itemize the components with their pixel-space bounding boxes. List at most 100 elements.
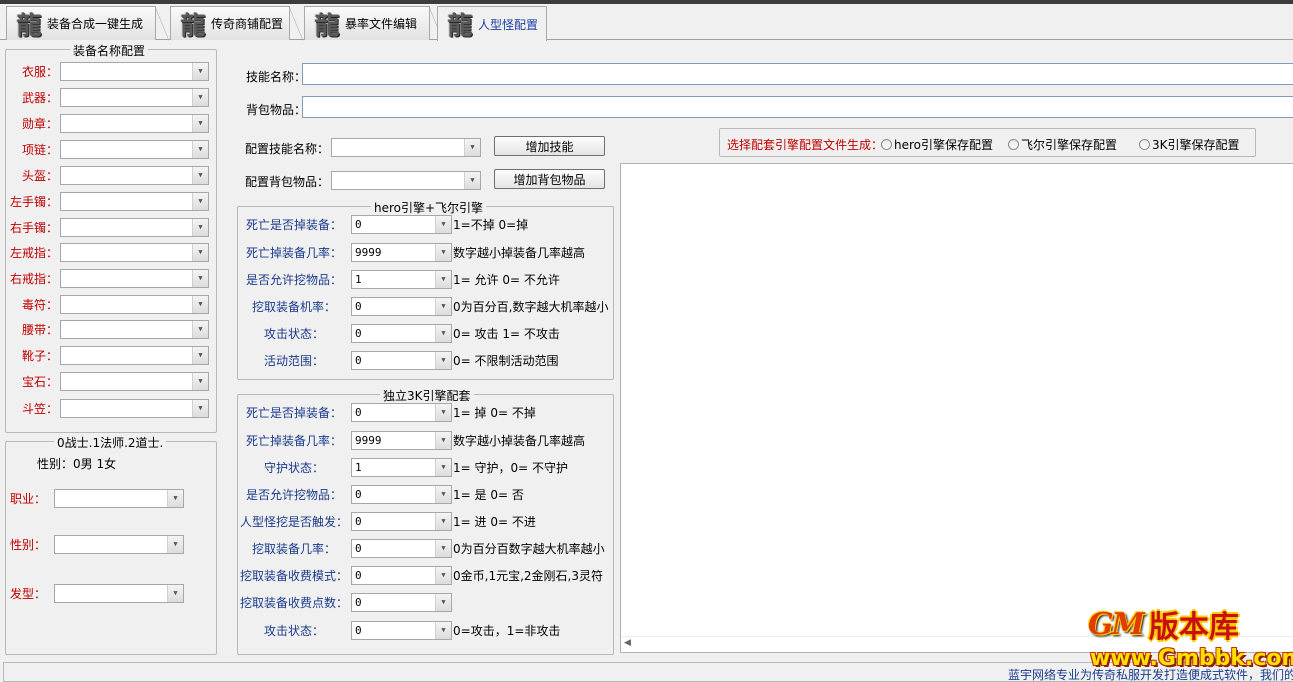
equip-label-gem: 宝石： — [21, 375, 58, 389]
chevron-down-icon[interactable]: ▼ — [435, 513, 451, 530]
equip-combo-right-ring[interactable]: ▼ — [60, 269, 209, 288]
chevron-down-icon[interactable]: ▼ — [435, 216, 451, 233]
chevron-down-icon[interactable]: ▼ — [192, 141, 208, 158]
skill-name-label: 技能名称： — [246, 70, 307, 84]
output-text-area[interactable]: ◀ — [620, 163, 1293, 653]
chevron-down-icon[interactable]: ▼ — [435, 352, 451, 369]
equip-label-helmet: 头盔： — [21, 169, 58, 183]
equip-label-bamboo-hat: 斗笠： — [21, 402, 58, 416]
k3_group-value-combo-3[interactable]: 0 ▼ — [351, 485, 452, 504]
logo-wing-mark: GM — [1088, 606, 1145, 642]
chevron-down-icon[interactable]: ▼ — [192, 244, 208, 261]
chevron-down-icon[interactable]: ▼ — [435, 298, 451, 315]
equip-combo-clothes[interactable]: ▼ — [60, 62, 209, 81]
config-bag-combo[interactable]: ▼ — [331, 171, 481, 190]
equip-combo-medal[interactable]: ▼ — [60, 114, 209, 133]
chevron-down-icon[interactable]: ▼ — [167, 490, 183, 507]
k3_group-hint-5: 0为百分百数字越大机率越小 — [453, 542, 605, 556]
radio-feier-engine[interactable]: 飞尔引擎保存配置 — [1008, 136, 1117, 153]
chevron-down-icon[interactable]: ▼ — [192, 347, 208, 364]
chevron-down-icon[interactable]: ▼ — [464, 139, 480, 156]
radio-button[interactable] — [1139, 139, 1150, 150]
equip-label-boots: 靴子： — [21, 349, 58, 363]
chevron-down-icon[interactable]: ▼ — [192, 115, 208, 132]
chevron-down-icon[interactable]: ▼ — [192, 63, 208, 80]
equip-combo-boots[interactable]: ▼ — [60, 346, 209, 365]
tab-shop-config[interactable]: 龍 传奇商铺配置 — [170, 6, 303, 41]
chevron-down-icon[interactable]: ▼ — [192, 270, 208, 287]
chevron-down-icon[interactable]: ▼ — [435, 540, 451, 557]
k3_group-value-combo-1[interactable]: 9999 ▼ — [351, 431, 452, 450]
equip-combo-belt[interactable]: ▼ — [60, 320, 209, 339]
k3_group-value-combo-6[interactable]: 0 ▼ — [351, 566, 452, 585]
tab-equip-synthesis[interactable]: 龍 装备合成一键生成 — [6, 6, 169, 41]
k3_group-value-combo-4[interactable]: 0 ▼ — [351, 512, 452, 531]
chevron-down-icon[interactable]: ▼ — [167, 585, 183, 602]
k3_group-value-combo-7[interactable]: 0 ▼ — [351, 593, 452, 612]
chevron-down-icon[interactable]: ▼ — [167, 536, 183, 553]
equip-combo-weapon[interactable]: ▼ — [60, 88, 209, 107]
k3_group-value: 0 — [355, 542, 362, 555]
hairstyle-label: 发型： — [10, 587, 47, 601]
equip-combo-right-bracelet[interactable]: ▼ — [60, 218, 209, 237]
hero_group-value-combo-4[interactable]: 0 ▼ — [351, 324, 452, 343]
radio-3k-engine[interactable]: 3K引擎保存配置 — [1139, 136, 1240, 153]
chevron-down-icon[interactable]: ▼ — [192, 219, 208, 236]
chevron-down-icon[interactable]: ▼ — [192, 89, 208, 106]
tab-droprate-edit[interactable]: 龍 暴率文件编辑 — [304, 6, 443, 41]
chevron-down-icon[interactable]: ▼ — [435, 271, 451, 288]
equip-label-left-bracelet: 左手镯： — [9, 195, 58, 209]
radio-button[interactable] — [881, 139, 892, 150]
k3_group-value-combo-5[interactable]: 0 ▼ — [351, 539, 452, 558]
tab-label: 传奇商铺配置 — [211, 17, 284, 31]
k3_group-value-combo-8[interactable]: 0 ▼ — [351, 621, 452, 640]
bag-items-input[interactable] — [302, 96, 1293, 118]
hero_group-value: 0 — [355, 327, 362, 340]
skill-name-input[interactable] — [302, 63, 1293, 85]
chevron-down-icon[interactable]: ▼ — [192, 400, 208, 417]
equip-combo-necklace[interactable]: ▼ — [60, 140, 209, 159]
chevron-down-icon[interactable]: ▼ — [192, 373, 208, 390]
hero_group-value-combo-1[interactable]: 9999 ▼ — [351, 243, 452, 262]
chevron-down-icon[interactable]: ▼ — [435, 567, 451, 584]
hero_group-value-combo-0[interactable]: 0 ▼ — [351, 215, 452, 234]
hairstyle-combo[interactable]: ▼ — [54, 584, 184, 603]
add-bag-item-button[interactable]: 增加背包物品 — [494, 169, 605, 189]
chevron-down-icon[interactable]: ▼ — [192, 167, 208, 184]
equip-label-belt: 腰带： — [21, 323, 58, 337]
config-skill-combo[interactable]: ▼ — [331, 138, 481, 157]
chevron-down-icon[interactable]: ▼ — [435, 486, 451, 503]
equip-combo-poison-charm[interactable]: ▼ — [60, 295, 209, 314]
chevron-down-icon[interactable]: ▼ — [435, 432, 451, 449]
scroll-left-icon[interactable]: ◀ — [624, 638, 631, 648]
equip-combo-left-bracelet[interactable]: ▼ — [60, 192, 209, 211]
gender-combo[interactable]: ▼ — [54, 535, 184, 554]
tab-humanoid-monster-config[interactable]: 龍 人型怪配置 — [437, 6, 547, 41]
hero_group-value-combo-2[interactable]: 1 ▼ — [351, 270, 452, 289]
equip-combo-gem[interactable]: ▼ — [60, 372, 209, 391]
tab-label: 装备合成一键生成 — [47, 17, 144, 31]
job-combo[interactable]: ▼ — [54, 489, 184, 508]
equip-combo-left-ring[interactable]: ▼ — [60, 243, 209, 262]
k3_group-value-combo-2[interactable]: 1 ▼ — [351, 458, 452, 477]
chevron-down-icon[interactable]: ▼ — [192, 321, 208, 338]
k3_group-value: 0 — [355, 624, 362, 637]
equip-combo-helmet[interactable]: ▼ — [60, 166, 209, 185]
equip-combo-bamboo-hat[interactable]: ▼ — [60, 399, 209, 418]
chevron-down-icon[interactable]: ▼ — [435, 244, 451, 261]
radio-hero-engine[interactable]: hero引擎保存配置 — [881, 136, 993, 153]
chevron-down-icon[interactable]: ▼ — [435, 404, 451, 421]
chevron-down-icon[interactable]: ▼ — [464, 172, 480, 189]
chevron-down-icon[interactable]: ▼ — [192, 296, 208, 313]
group-legend: 装备名称配置 — [70, 42, 149, 59]
chevron-down-icon[interactable]: ▼ — [192, 193, 208, 210]
hero_group-value-combo-3[interactable]: 0 ▼ — [351, 297, 452, 316]
chevron-down-icon[interactable]: ▼ — [435, 594, 451, 611]
chevron-down-icon[interactable]: ▼ — [435, 622, 451, 639]
add-skill-button[interactable]: 增加技能 — [494, 136, 605, 156]
k3_group-value-combo-0[interactable]: 0 ▼ — [351, 403, 452, 422]
hero_group-value-combo-5[interactable]: 0 ▼ — [351, 351, 452, 370]
radio-button[interactable] — [1008, 139, 1019, 150]
chevron-down-icon[interactable]: ▼ — [435, 459, 451, 476]
chevron-down-icon[interactable]: ▼ — [435, 325, 451, 342]
